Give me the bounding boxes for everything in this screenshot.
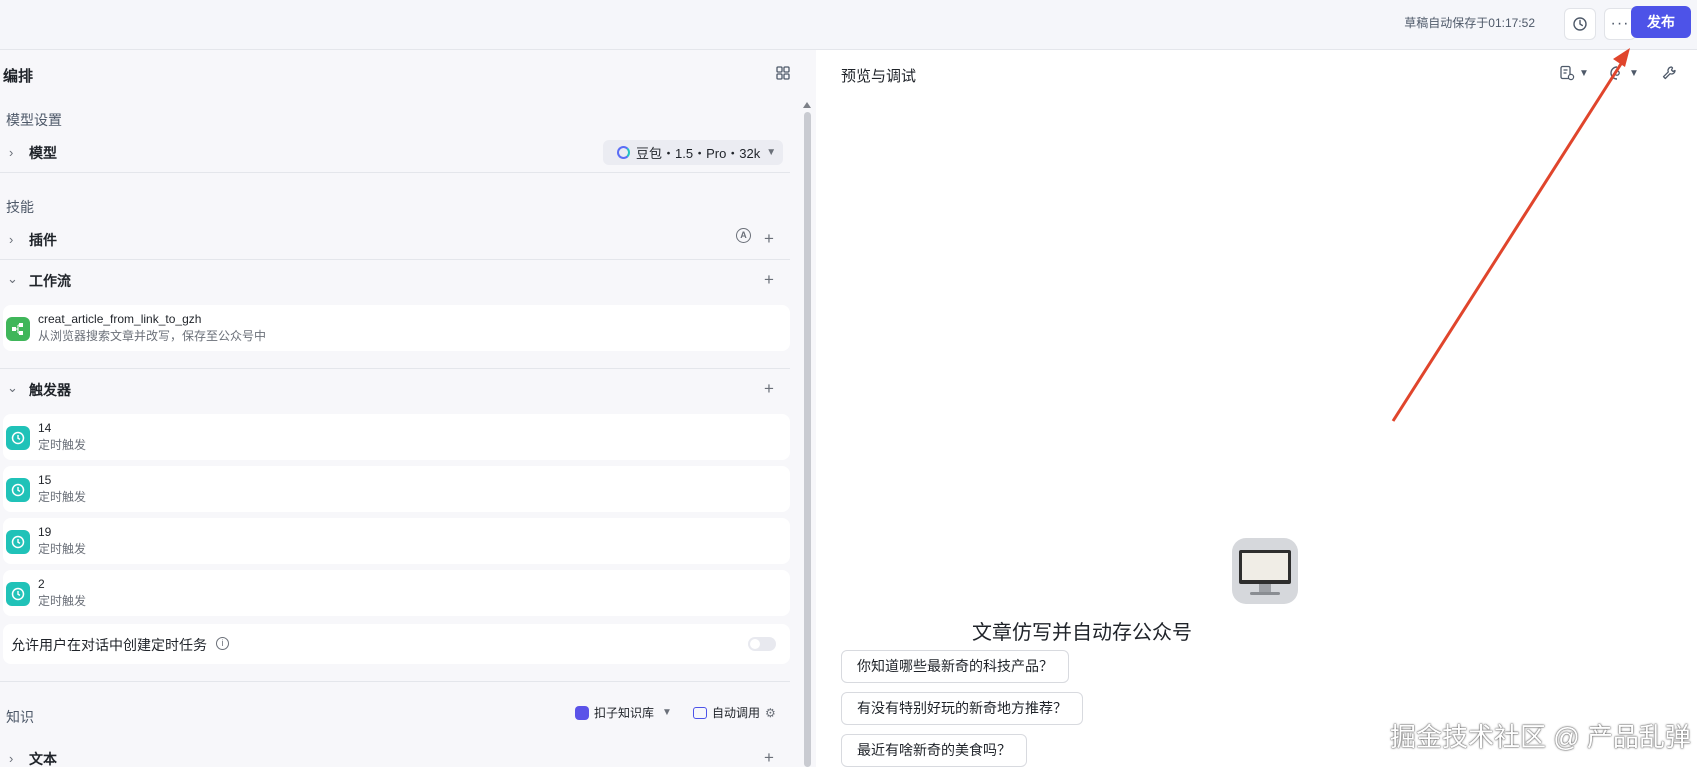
add-plugin-icon[interactable]: + <box>764 229 774 249</box>
model-select-value: 豆包・1.5・Pro・32k <box>636 146 761 161</box>
workflow-icon <box>6 317 30 341</box>
top-bar: 草稿自动保存于01:17:52 ··· 发布 <box>0 0 1697 50</box>
history-button[interactable] <box>1564 8 1596 40</box>
divider <box>0 259 790 260</box>
knowledge-label: 知识 <box>6 709 34 725</box>
scrollbar-thumb[interactable] <box>804 112 811 767</box>
memory-icon <box>1610 66 1620 80</box>
chevron-down-icon: ⌄ <box>7 380 18 395</box>
history-icon <box>1573 17 1587 31</box>
workflow-name: creat_article_from_link_to_gzh <box>38 312 202 326</box>
workflow-row[interactable]: ⌄ 工作流 + <box>0 261 790 301</box>
suggested-question[interactable]: 你知道哪些最新奇的科技产品？ <box>841 650 1069 683</box>
bot-name: 文章仿写并自动存公众号 <box>972 622 1192 644</box>
suggested-question[interactable]: 有没有特别好玩的新奇地方推荐？ <box>841 692 1083 725</box>
chevron-down-icon: ⌄ <box>7 271 18 286</box>
trigger-item[interactable]: 2 定时触发 <box>3 570 790 616</box>
trigger-name: 15 <box>38 473 52 487</box>
workflow-desc: 从浏览器搜索文章并改写，保存至公众号中 <box>38 329 267 343</box>
info-icon[interactable]: i <box>216 637 229 650</box>
clock-icon <box>6 478 30 502</box>
triggers-row[interactable]: ⌄ 触发器 + <box>0 370 790 410</box>
debug-tool-button[interactable] <box>1661 65 1677 81</box>
add-trigger-icon[interactable]: + <box>764 379 774 399</box>
workflow-label: 工作流 <box>29 273 71 289</box>
clock-icon <box>6 582 30 606</box>
trigger-name: 2 <box>38 577 45 591</box>
doubao-logo-icon <box>617 146 630 159</box>
plugins-label: 插件 <box>29 232 57 248</box>
divider <box>0 368 790 369</box>
trigger-name: 14 <box>38 421 52 435</box>
clock-icon <box>6 530 30 554</box>
trigger-desc: 定时触发 <box>38 490 87 504</box>
workflow-item[interactable]: creat_article_from_link_to_gzh 从浏览器搜索文章并… <box>3 305 790 351</box>
chevron-down-icon: ▼ <box>662 707 672 718</box>
preview-panel: 预览与调试 ▼ ▼ 文章仿写并自动存公众号 你知道哪些最新奇的科技产品？ 有没有… <box>816 50 1697 767</box>
chevron-right-icon: › <box>9 145 14 160</box>
trigger-name: 19 <box>38 525 52 539</box>
more-icon: ··· <box>1610 15 1630 32</box>
arrange-header: 编排 <box>0 50 805 100</box>
auto-call-setting[interactable]: 自动调用 ⚙ <box>693 704 776 721</box>
trigger-desc: 定时触发 <box>38 594 87 608</box>
autosave-status: 草稿自动保存于01:17:52 <box>1404 16 1535 30</box>
trigger-item[interactable]: 14 定时触发 <box>3 414 790 460</box>
model-row-label: 模型 <box>29 145 57 161</box>
chevron-down-icon: ▼ <box>1579 67 1589 79</box>
layout-grid-icon[interactable] <box>776 66 790 80</box>
wrench-icon <box>1662 66 1676 80</box>
add-text-knowledge-icon[interactable]: + <box>764 748 774 767</box>
left-scrollbar[interactable] <box>803 102 811 767</box>
chevron-right-icon: › <box>9 751 14 766</box>
trigger-item[interactable]: 15 定时触发 <box>3 466 790 512</box>
chevron-right-icon: › <box>9 232 14 247</box>
model-settings-label: 模型设置 <box>6 112 62 128</box>
plugins-row[interactable]: › 插件 A + <box>0 220 790 260</box>
chevron-down-icon: ▼ <box>766 147 777 158</box>
preview-title: 预览与调试 <box>841 68 917 85</box>
scroll-up-arrow[interactable] <box>803 102 811 108</box>
clock-icon <box>6 426 30 450</box>
model-select[interactable]: 豆包・1.5・Pro・32k ▼ <box>603 140 783 165</box>
knowledge-base-icon <box>575 705 589 720</box>
divider <box>0 681 790 682</box>
watermark: 掘金技术社区 @ 产品乱弹 <box>1390 722 1691 752</box>
gear-icon[interactable]: ⚙ <box>765 706 776 720</box>
debug-settings-button[interactable]: ▼ <box>1559 65 1589 81</box>
chevron-down-icon: ▼ <box>1629 67 1639 79</box>
add-workflow-icon[interactable]: + <box>764 270 774 290</box>
knowledge-base-select[interactable]: 扣子知识库 ▼ <box>575 704 672 721</box>
bot-avatar <box>1232 538 1298 604</box>
auto-call-icon <box>693 706 707 719</box>
trigger-desc: 定时触发 <box>38 542 87 556</box>
divider <box>0 172 790 173</box>
document-settings-icon <box>1560 65 1575 81</box>
publish-button[interactable]: 发布 <box>1631 6 1691 38</box>
trigger-item[interactable]: 19 定时触发 <box>3 518 790 564</box>
auto-call-label: 自动调用 <box>712 706 761 720</box>
arrange-title: 编排 <box>3 68 34 85</box>
variable-memory-button[interactable]: ▼ <box>1609 65 1639 81</box>
text-knowledge-label: 文本 <box>29 751 57 767</box>
text-knowledge-row[interactable]: › 文本 + <box>0 739 790 767</box>
skills-label: 技能 <box>6 199 34 215</box>
triggers-label: 触发器 <box>29 382 71 398</box>
knowledge-base-select-label: 扣子知识库 <box>594 706 655 720</box>
suggested-question[interactable]: 最近有啥新奇的美食吗？ <box>841 734 1027 767</box>
allow-scheduled-task-text: 允许用户在对话中创建定时任务 <box>11 637 207 653</box>
trigger-desc: 定时触发 <box>38 438 87 452</box>
auto-mode-icon[interactable]: A <box>736 228 751 243</box>
